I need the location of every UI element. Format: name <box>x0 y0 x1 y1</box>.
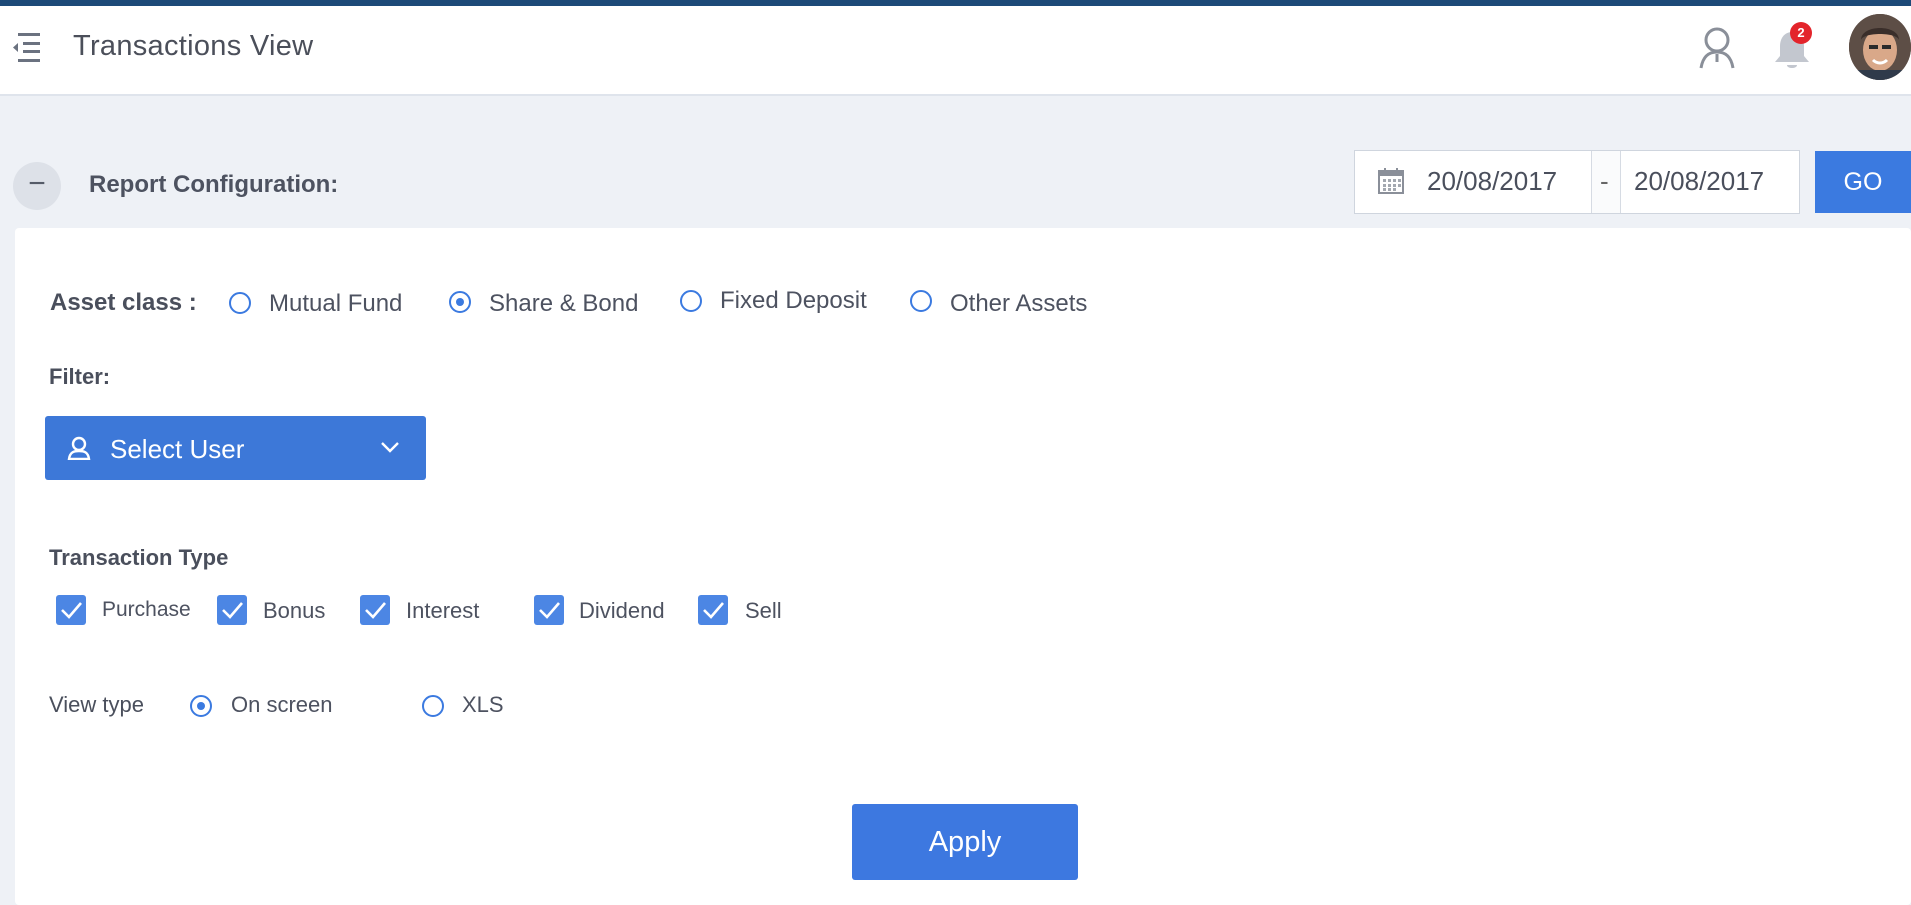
view-type-label: View type <box>49 692 144 717</box>
section-title: Report Configuration: <box>89 171 339 198</box>
chevron-down-icon <box>380 440 400 454</box>
select-user-label: Select User <box>110 434 245 464</box>
notification-badge: 2 <box>1790 22 1812 44</box>
checkbox-dividend[interactable] <box>534 595 564 625</box>
menu-collapse-icon[interactable] <box>10 30 40 62</box>
radio-mutual-fund[interactable] <box>229 292 251 314</box>
radio-share-bond[interactable] <box>449 291 471 313</box>
radio-fixed-deposit[interactable] <box>680 290 702 312</box>
option-share-bond[interactable]: Share & Bond <box>489 290 638 318</box>
apply-button[interactable]: Apply <box>852 804 1078 880</box>
label-bonus[interactable]: Bonus <box>263 598 325 624</box>
date-to-input[interactable]: 20/08/2017 <box>1634 166 1764 197</box>
date-range-picker[interactable]: 20/08/2017 - 20/08/2017 <box>1354 150 1800 214</box>
checkbox-purchase[interactable] <box>56 595 86 625</box>
filter-label: Filter: <box>49 364 111 389</box>
option-mutual-fund[interactable]: Mutual Fund <box>269 290 402 318</box>
radio-on-screen[interactable] <box>190 695 212 717</box>
date-from-input[interactable]: 20/08/2017 <box>1427 166 1557 197</box>
user-icon[interactable] <box>1697 24 1737 72</box>
radio-other-assets[interactable] <box>910 290 932 312</box>
radio-xls[interactable] <box>422 695 444 717</box>
label-dividend[interactable]: Dividend <box>579 598 665 624</box>
checkbox-bonus[interactable] <box>217 595 247 625</box>
option-xls[interactable]: XLS <box>462 692 504 718</box>
select-user-dropdown[interactable]: Select User <box>45 416 426 480</box>
calendar-icon[interactable] <box>1378 168 1404 194</box>
option-fixed-deposit[interactable]: Fixed Deposit <box>720 287 867 315</box>
header-bar: Transactions View 2 <box>0 6 1911 96</box>
user-icon <box>67 436 91 461</box>
label-interest[interactable]: Interest <box>406 598 479 624</box>
report-config-card: Asset class : Mutual Fund Share & Bond F… <box>15 228 1911 905</box>
collapse-section-button[interactable]: − <box>13 162 61 210</box>
label-purchase[interactable]: Purchase <box>102 598 191 622</box>
go-button[interactable]: GO <box>1815 151 1911 213</box>
checkbox-sell[interactable] <box>698 595 728 625</box>
label-sell[interactable]: Sell <box>745 598 782 624</box>
option-other-assets[interactable]: Other Assets <box>950 290 1087 318</box>
option-on-screen[interactable]: On screen <box>231 692 333 718</box>
transaction-type-label: Transaction Type <box>49 545 229 570</box>
asset-class-label: Asset class : <box>50 289 197 316</box>
avatar[interactable] <box>1849 14 1911 80</box>
checkbox-interest[interactable] <box>360 595 390 625</box>
date-separator: - <box>1600 166 1609 196</box>
page-title: Transactions View <box>73 30 314 62</box>
date-separator-box: - <box>1591 151 1621 213</box>
